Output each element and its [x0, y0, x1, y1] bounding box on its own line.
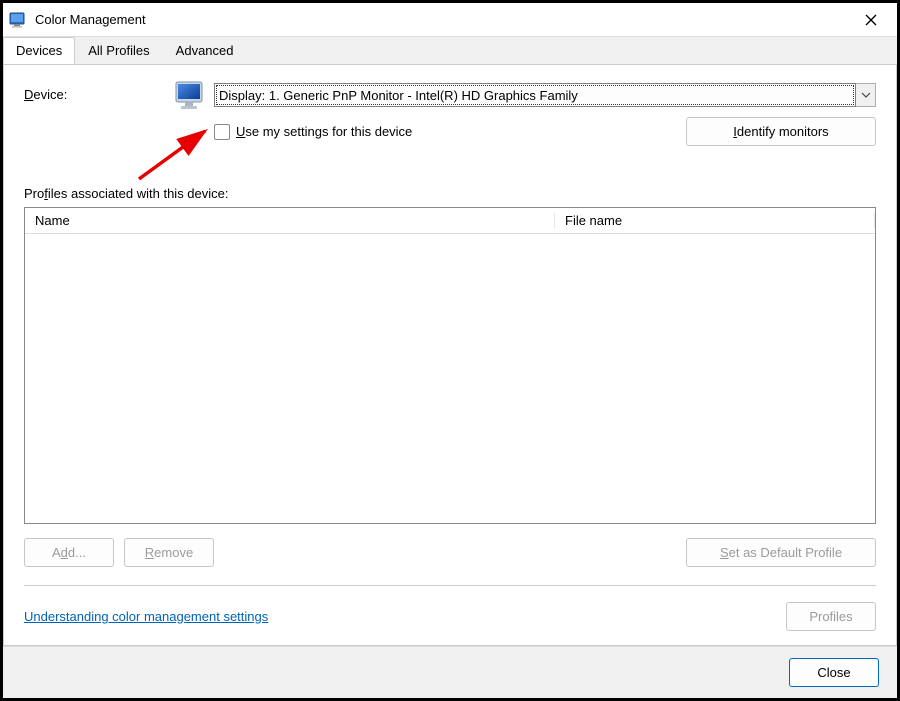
tab-all-profiles[interactable]: All Profiles [75, 37, 162, 64]
remove-profile-button[interactable]: Remove [124, 538, 214, 567]
window-title: Color Management [35, 12, 851, 27]
tab-advanced[interactable]: Advanced [163, 37, 247, 64]
device-dropdown-arrow[interactable] [856, 83, 876, 107]
identify-monitors-button[interactable]: Identify monitors [686, 117, 876, 146]
close-icon [865, 14, 877, 26]
device-row: Device: [24, 83, 876, 146]
app-icon [9, 11, 27, 29]
tab-devices[interactable]: Devices [3, 37, 75, 64]
divider [24, 585, 876, 586]
profiles-button-row: Add... Remove Set as Default Profile [24, 538, 876, 567]
device-dropdown[interactable]: Display: 1. Generic PnP Monitor - Intel(… [214, 83, 856, 107]
table-header: Name File name [25, 208, 875, 234]
column-header-name[interactable]: Name [25, 213, 555, 228]
content-area: Devices All Profiles Advanced Device: [3, 37, 897, 646]
add-profile-button[interactable]: Add... [24, 538, 114, 567]
window-close-button[interactable] [851, 3, 891, 36]
chevron-down-icon [861, 92, 871, 98]
dialog-footer: Close [3, 646, 897, 698]
table-body-empty [25, 234, 875, 523]
column-header-filename[interactable]: File name [555, 213, 875, 228]
set-default-profile-button[interactable]: Set as Default Profile [686, 538, 876, 567]
use-my-settings-checkbox-wrap[interactable]: Use my settings for this device [214, 124, 412, 140]
title-bar: Color Management [3, 3, 897, 37]
profiles-table[interactable]: Name File name [24, 207, 876, 524]
profiles-button[interactable]: Profiles [786, 602, 876, 631]
tab-strip: Devices All Profiles Advanced [3, 37, 897, 65]
profiles-associated-label: Profiles associated with this device: [24, 186, 876, 201]
understanding-link[interactable]: Understanding color management settings [24, 609, 268, 624]
tab-panel-devices: Device: [3, 65, 897, 646]
use-my-settings-label: Use my settings for this device [236, 124, 412, 139]
device-label: Device: [24, 83, 174, 102]
device-dropdown-value: Display: 1. Generic PnP Monitor - Intel(… [219, 88, 578, 103]
monitor-icon [174, 79, 208, 113]
close-button[interactable]: Close [789, 658, 879, 687]
use-my-settings-checkbox[interactable] [214, 124, 230, 140]
